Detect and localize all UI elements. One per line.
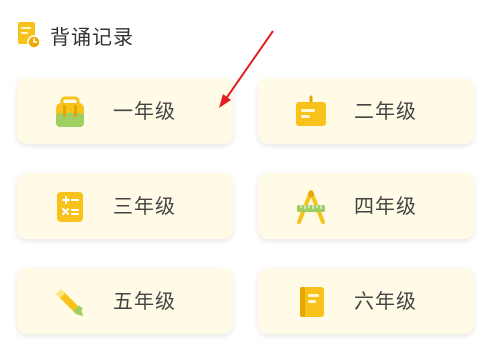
- grade-card-4[interactable]: 四年级: [258, 173, 474, 239]
- grade-label: 三年级: [113, 194, 176, 218]
- backpack-icon: [53, 95, 87, 129]
- grade-card-2[interactable]: 二年级: [258, 78, 474, 144]
- record-clock-icon: [17, 21, 41, 49]
- grade-card-1[interactable]: 一年级: [17, 78, 233, 144]
- grade-label: 六年级: [354, 289, 417, 313]
- grade-card-6[interactable]: 六年级: [258, 268, 474, 334]
- calculator-icon: [53, 190, 87, 224]
- grade-label: 二年级: [354, 99, 417, 123]
- page-title: 背诵记录: [50, 24, 134, 49]
- compass-ruler-icon: [294, 190, 328, 224]
- book-icon: [294, 285, 328, 319]
- grade-label: 五年级: [113, 289, 176, 313]
- easel-board-icon: [294, 95, 328, 129]
- grade-label: 四年级: [354, 194, 417, 218]
- grade-card-5[interactable]: 五年级: [17, 268, 233, 334]
- page-header: 背诵记录: [17, 19, 134, 51]
- grade-card-3[interactable]: 三年级: [17, 173, 233, 239]
- pencil-icon: [53, 285, 87, 319]
- grade-label: 一年级: [113, 99, 176, 123]
